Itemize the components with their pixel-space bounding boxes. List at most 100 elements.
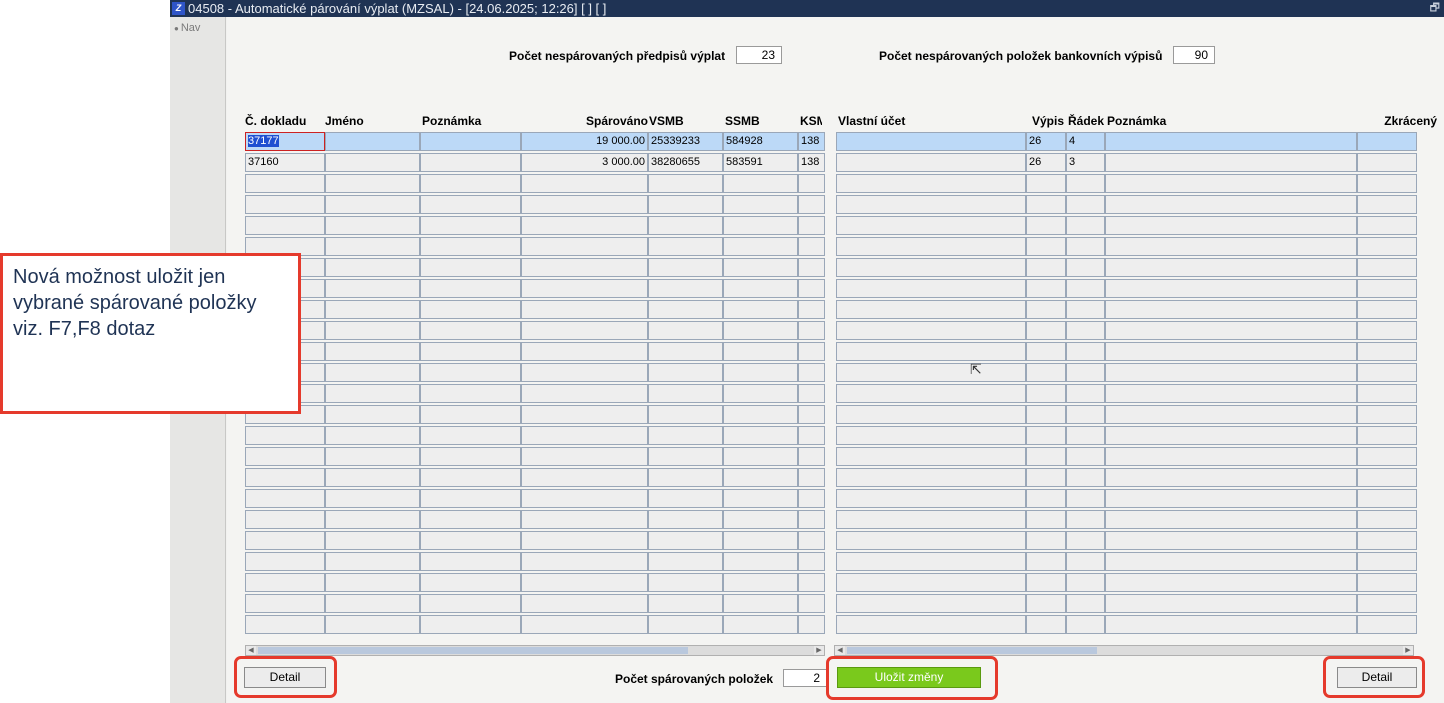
left-cell[interactable] bbox=[521, 594, 648, 613]
left-cell[interactable] bbox=[798, 321, 825, 340]
left-cell[interactable] bbox=[648, 174, 723, 193]
left-cell[interactable] bbox=[325, 489, 420, 508]
right-cell[interactable] bbox=[1105, 615, 1357, 634]
right-cell[interactable] bbox=[1026, 468, 1066, 487]
left-cell[interactable] bbox=[325, 426, 420, 445]
left-cell[interactable]: 138 bbox=[798, 132, 825, 151]
left-cell[interactable] bbox=[420, 279, 521, 298]
left-cell[interactable] bbox=[798, 489, 825, 508]
left-cell[interactable] bbox=[245, 174, 325, 193]
left-cell[interactable]: 37160 bbox=[245, 153, 325, 172]
right-cell[interactable] bbox=[1105, 279, 1357, 298]
right-cell[interactable] bbox=[836, 195, 1026, 214]
right-cell[interactable] bbox=[1026, 489, 1066, 508]
left-cell[interactable] bbox=[325, 573, 420, 592]
right-cell[interactable] bbox=[1105, 321, 1357, 340]
right-cell[interactable] bbox=[1357, 573, 1417, 592]
right-cell[interactable] bbox=[1026, 594, 1066, 613]
left-cell[interactable] bbox=[420, 594, 521, 613]
left-cell[interactable] bbox=[723, 216, 798, 235]
right-cell[interactable] bbox=[1066, 216, 1105, 235]
left-cell[interactable] bbox=[325, 342, 420, 361]
left-cell[interactable] bbox=[648, 447, 723, 466]
right-cell[interactable] bbox=[1066, 363, 1105, 382]
right-cell[interactable] bbox=[836, 426, 1026, 445]
left-cell[interactable] bbox=[521, 552, 648, 571]
left-cell[interactable] bbox=[723, 531, 798, 550]
left-cell[interactable] bbox=[798, 195, 825, 214]
left-cell[interactable] bbox=[648, 363, 723, 382]
left-cell[interactable] bbox=[325, 363, 420, 382]
restore-window-icon[interactable]: 🗗 bbox=[1430, 0, 1440, 17]
left-cell[interactable] bbox=[325, 258, 420, 277]
left-cell[interactable] bbox=[723, 468, 798, 487]
left-cell[interactable] bbox=[245, 552, 325, 571]
right-cell[interactable]: 26 bbox=[1026, 132, 1066, 151]
right-cell[interactable] bbox=[1105, 384, 1357, 403]
left-cell[interactable] bbox=[521, 174, 648, 193]
right-cell[interactable] bbox=[1066, 237, 1105, 256]
left-cell[interactable] bbox=[325, 132, 420, 151]
right-cell[interactable] bbox=[1105, 342, 1357, 361]
left-cell[interactable] bbox=[521, 195, 648, 214]
left-cell[interactable] bbox=[648, 531, 723, 550]
right-cell[interactable] bbox=[1357, 405, 1417, 424]
right-cell[interactable] bbox=[1357, 153, 1417, 172]
left-cell[interactable] bbox=[798, 615, 825, 634]
right-cell[interactable] bbox=[1357, 342, 1417, 361]
left-cell[interactable] bbox=[798, 426, 825, 445]
left-cell[interactable] bbox=[245, 216, 325, 235]
right-cell[interactable] bbox=[836, 552, 1026, 571]
right-cell[interactable] bbox=[1026, 405, 1066, 424]
right-cell[interactable] bbox=[1105, 468, 1357, 487]
left-cell[interactable] bbox=[521, 384, 648, 403]
left-cell[interactable] bbox=[521, 510, 648, 529]
scroll-left-icon[interactable]: ◀ bbox=[246, 646, 256, 655]
left-cell[interactable] bbox=[648, 237, 723, 256]
right-cell[interactable] bbox=[1357, 426, 1417, 445]
right-cell[interactable] bbox=[836, 510, 1026, 529]
left-cell[interactable] bbox=[723, 342, 798, 361]
left-cell[interactable] bbox=[521, 279, 648, 298]
right-cell[interactable] bbox=[1026, 573, 1066, 592]
left-cell[interactable] bbox=[723, 615, 798, 634]
right-cell[interactable] bbox=[1105, 489, 1357, 508]
right-cell[interactable] bbox=[836, 342, 1026, 361]
left-cell[interactable] bbox=[798, 531, 825, 550]
right-cell[interactable]: 3 bbox=[1066, 153, 1105, 172]
right-cell[interactable] bbox=[1357, 363, 1417, 382]
left-cell[interactable] bbox=[648, 405, 723, 424]
left-cell[interactable] bbox=[723, 279, 798, 298]
left-cell[interactable] bbox=[521, 342, 648, 361]
right-cell[interactable] bbox=[1105, 258, 1357, 277]
left-cell[interactable]: 37177 bbox=[245, 132, 325, 151]
right-cell[interactable] bbox=[1066, 468, 1105, 487]
right-cell[interactable] bbox=[1357, 279, 1417, 298]
scroll-right-icon[interactable]: ▶ bbox=[814, 646, 824, 655]
left-cell[interactable] bbox=[723, 510, 798, 529]
left-cell[interactable] bbox=[420, 573, 521, 592]
left-cell[interactable] bbox=[723, 363, 798, 382]
right-cell[interactable] bbox=[1066, 594, 1105, 613]
right-cell[interactable] bbox=[1066, 489, 1105, 508]
right-cell[interactable]: 4 bbox=[1066, 132, 1105, 151]
right-cell[interactable] bbox=[836, 300, 1026, 319]
right-cell[interactable] bbox=[1105, 531, 1357, 550]
right-cell[interactable] bbox=[1066, 426, 1105, 445]
left-cell[interactable] bbox=[798, 552, 825, 571]
left-cell[interactable] bbox=[798, 174, 825, 193]
left-cell[interactable] bbox=[245, 468, 325, 487]
left-cell[interactable] bbox=[245, 573, 325, 592]
left-cell[interactable] bbox=[420, 174, 521, 193]
left-cell[interactable] bbox=[648, 216, 723, 235]
right-cell[interactable] bbox=[836, 216, 1026, 235]
left-cell[interactable] bbox=[521, 489, 648, 508]
right-cell[interactable] bbox=[1026, 384, 1066, 403]
left-cell[interactable] bbox=[723, 489, 798, 508]
left-cell[interactable] bbox=[245, 489, 325, 508]
left-cell[interactable] bbox=[325, 153, 420, 172]
left-cell[interactable] bbox=[798, 573, 825, 592]
left-cell[interactable] bbox=[420, 531, 521, 550]
left-cell[interactable] bbox=[521, 447, 648, 466]
right-cell[interactable] bbox=[1105, 216, 1357, 235]
